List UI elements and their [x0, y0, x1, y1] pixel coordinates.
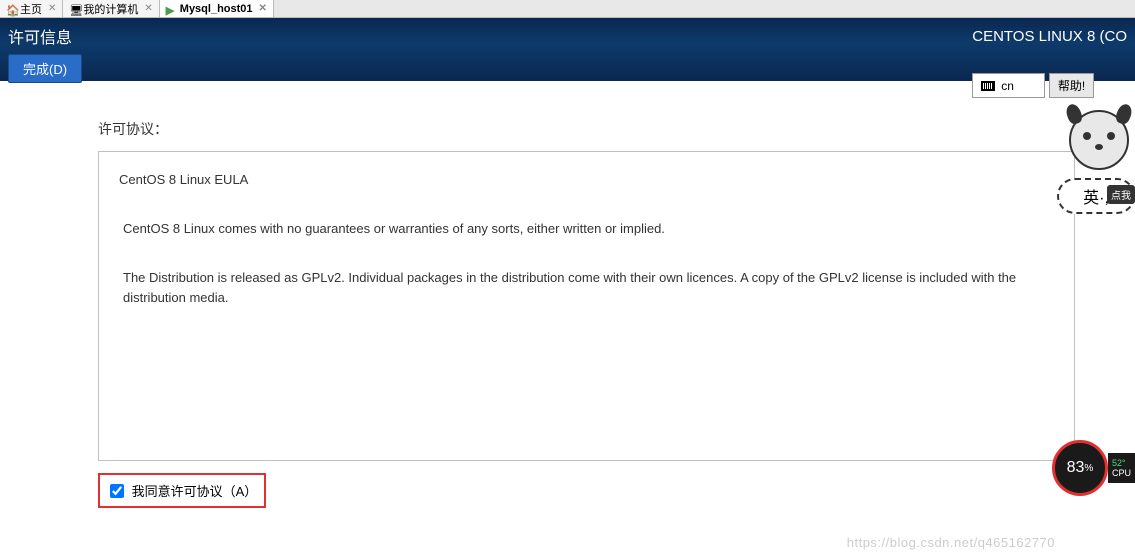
computer-icon: 🖥 — [69, 4, 79, 14]
cpu-side: 52° CPU — [1108, 453, 1135, 483]
help-button[interactable]: 帮助! — [1049, 73, 1094, 98]
tab-label: 主页 — [20, 1, 42, 17]
agree-label[interactable]: 我同意许可协议（A） — [132, 481, 254, 500]
done-button[interactable]: 完成(D) — [8, 54, 82, 83]
dog-avatar — [1069, 110, 1129, 170]
tab-label: Mysql_host01 — [180, 3, 253, 15]
cpu-temp: 52° — [1112, 458, 1131, 468]
tab-close-icon[interactable]: ✕ — [144, 3, 152, 14]
lang-code: cn — [1001, 79, 1014, 93]
home-icon: 🏠 — [6, 4, 16, 14]
tab-close-icon[interactable]: ✕ — [259, 3, 267, 14]
tab-home[interactable]: 🏠 主页 ✕ — [0, 0, 63, 17]
cpu-percent: 83 — [1067, 459, 1085, 477]
mascot-tag[interactable]: 点我 — [1107, 185, 1135, 204]
tab-mysql-host[interactable]: ▶ Mysql_host01 ✕ — [160, 0, 274, 17]
tab-my-computer[interactable]: 🖥 我的计算机 ✕ — [63, 0, 159, 17]
agree-checkbox[interactable] — [110, 484, 124, 498]
page-title: 许可信息 — [8, 24, 82, 48]
installer-header: 许可信息 完成(D) CENTOS LINUX 8 (CO cn 帮助! — [0, 18, 1135, 81]
eula-text-box: CentOS 8 Linux EULA CentOS 8 Linux comes… — [98, 151, 1075, 461]
cpu-ring: 83% — [1052, 440, 1108, 496]
keyboard-icon — [981, 81, 995, 91]
cpu-widget[interactable]: 83% 52° CPU — [1052, 440, 1135, 496]
eula-title: CentOS 8 Linux EULA — [119, 170, 1054, 191]
mascot-widget: 点我 英·, — [1057, 110, 1135, 230]
vm-tab-bar: 🏠 主页 ✕ 🖥 我的计算机 ✕ ▶ Mysql_host01 ✕ — [0, 0, 1135, 18]
section-label: 许可协议： — [98, 119, 1075, 139]
tab-label: 我的计算机 — [83, 1, 138, 17]
server-icon: ▶ — [166, 4, 176, 14]
keyboard-layout-selector[interactable]: cn — [972, 73, 1045, 98]
main-content: 许可协议： CentOS 8 Linux EULA CentOS 8 Linux… — [0, 81, 1135, 508]
percent-symbol: % — [1084, 463, 1093, 474]
agree-row: 我同意许可协议（A） — [98, 473, 266, 508]
tab-close-icon[interactable]: ✕ — [48, 3, 56, 14]
eula-paragraph: CentOS 8 Linux comes with no guarantees … — [119, 219, 1054, 240]
cpu-label: CPU — [1112, 468, 1131, 478]
eula-paragraph: The Distribution is released as GPLv2. I… — [119, 268, 1054, 310]
watermark: https://blog.csdn.net/q465162770 — [847, 535, 1055, 550]
os-title: CENTOS LINUX 8 (CO — [972, 24, 1135, 45]
